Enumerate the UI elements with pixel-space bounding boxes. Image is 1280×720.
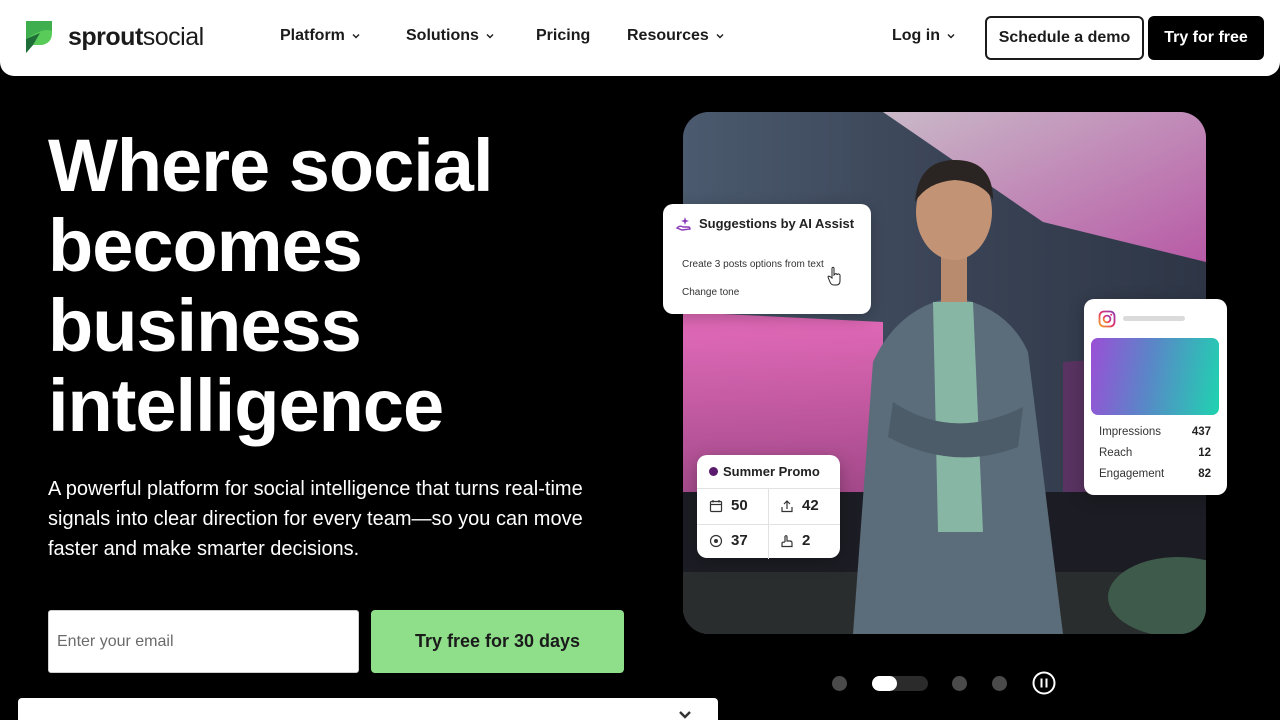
metric-value: 12	[1198, 447, 1211, 459]
instagram-metrics-card: Impressions 437 Reach 12 Engagement 82	[1084, 299, 1227, 495]
try-for-free-button[interactable]: Try for free	[1148, 16, 1264, 60]
carousel-progress-fill	[872, 676, 898, 691]
eye-icon	[709, 534, 723, 547]
metric-value: 437	[1191, 426, 1211, 438]
nav-login-label: Log in	[892, 27, 940, 44]
hand-icon	[781, 534, 793, 547]
chevron-down-icon	[679, 711, 691, 719]
instagram-icon	[1098, 310, 1116, 328]
hero-headline: Where social becomes business intelligen…	[48, 126, 608, 446]
logo-wordmark: sproutsocial	[68, 23, 204, 52]
placeholder-line	[1123, 316, 1185, 321]
promo-stat: 42	[780, 497, 819, 514]
logo-light-text: social	[142, 22, 204, 51]
promo-title: Summer Promo	[709, 464, 820, 479]
headline-line: Where social	[48, 124, 494, 207]
grid-divider	[697, 524, 840, 525]
promo-stat-value: 50	[731, 497, 748, 514]
sprout-leaf-icon	[26, 21, 52, 53]
post-image-placeholder	[1091, 338, 1219, 415]
nav-platform-label: Platform	[280, 27, 345, 44]
promo-stat-value: 37	[731, 532, 748, 549]
headline-line: intelligence	[48, 364, 444, 447]
metric-label: Engagement	[1099, 468, 1165, 480]
share-icon	[781, 499, 793, 512]
nav-resources[interactable]: Resources	[627, 27, 725, 45]
chevron-down-icon	[716, 34, 724, 39]
metric-row: Engagement 82	[1099, 468, 1211, 480]
calendar-icon	[709, 499, 723, 512]
promo-stat-value: 42	[802, 497, 819, 514]
nav-pricing-label: Pricing	[536, 27, 591, 44]
metric-value: 82	[1198, 468, 1211, 480]
metric-row: Impressions 437	[1099, 426, 1211, 438]
nav-pricing[interactable]: Pricing	[536, 27, 590, 45]
ai-sparkle-hand-icon	[675, 217, 691, 231]
headline-line: business	[48, 284, 362, 367]
nav-resources-label: Resources	[627, 27, 709, 44]
metric-label: Impressions	[1099, 426, 1161, 438]
nav-platform[interactable]: Platform	[280, 27, 361, 45]
try-free-30-days-button[interactable]: Try free for 30 days	[371, 610, 624, 673]
carousel-active-indicator[interactable]	[872, 676, 928, 691]
schedule-demo-button[interactable]: Schedule a demo	[985, 16, 1144, 60]
logo-bold-text: sprout	[68, 22, 143, 51]
promo-stat: 2	[780, 532, 810, 549]
nav-solutions-label: Solutions	[406, 27, 479, 44]
collapsed-panel[interactable]	[18, 698, 718, 720]
promo-title-text: Summer Promo	[723, 464, 820, 479]
nav-login[interactable]: Log in	[892, 27, 956, 45]
carousel-dot[interactable]	[992, 676, 1007, 691]
email-input[interactable]	[48, 610, 359, 673]
ai-option[interactable]: Create 3 posts options from text	[682, 259, 824, 270]
hand-cursor-icon	[827, 266, 841, 286]
ai-option[interactable]: Change tone	[682, 287, 739, 298]
chevron-down-icon	[352, 34, 360, 39]
chevron-down-icon	[947, 34, 955, 39]
metric-label: Reach	[1099, 447, 1133, 459]
headline-line: becomes	[48, 204, 363, 287]
carousel-dot[interactable]	[832, 676, 847, 691]
nav-solutions[interactable]: Solutions	[406, 27, 495, 45]
promo-stats-grid: 50 42 37 2	[697, 488, 840, 559]
promo-stat: 37	[709, 532, 748, 549]
metric-row: Reach 12	[1099, 447, 1211, 459]
promo-stat: 50	[709, 497, 748, 514]
chevron-down-icon	[486, 34, 494, 39]
pause-icon[interactable]	[1032, 671, 1056, 695]
hero-subtext: A powerful platform for social intellige…	[48, 478, 583, 560]
summer-promo-card: Summer Promo 50 42 37 2	[697, 455, 840, 559]
carousel-dot[interactable]	[952, 676, 967, 691]
sprout-social-logo[interactable]: sproutsocial	[24, 19, 204, 55]
promo-color-dot	[709, 467, 718, 476]
promo-stat-value: 2	[802, 532, 811, 549]
ai-card-title: Suggestions by AI Assist	[699, 216, 855, 231]
top-navigation: sproutsocial Platform Solutions Pricing …	[0, 0, 1280, 76]
ai-assist-card: Suggestions by AI Assist Create 3 posts …	[663, 204, 871, 314]
